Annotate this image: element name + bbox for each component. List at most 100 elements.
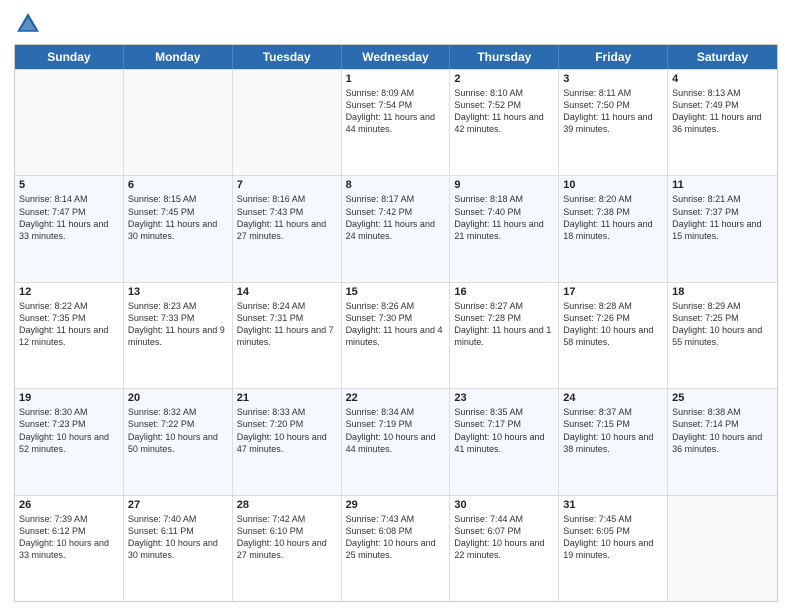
day-info: Sunrise: 8:33 AMSunset: 7:20 PMDaylight:… xyxy=(237,406,337,455)
day-info: Sunrise: 8:30 AMSunset: 7:23 PMDaylight:… xyxy=(19,406,119,455)
calendar-day: 8 Sunrise: 8:17 AMSunset: 7:42 PMDaylight… xyxy=(342,176,451,281)
calendar-day: 16 Sunrise: 8:27 AMSunset: 7:28 PMDayligh… xyxy=(450,283,559,388)
calendar-week: 5Sunrise: 8:14 AMSunset: 7:47 PMDaylight… xyxy=(15,175,777,281)
logo xyxy=(14,10,46,38)
calendar-day: 27 Sunrise: 7:40 AMSunset: 6:11 PMDayligh… xyxy=(124,496,233,601)
weekday-header: Saturday xyxy=(668,45,777,69)
day-number: 6 xyxy=(128,179,228,191)
day-number: 7 xyxy=(237,179,337,191)
calendar-day: 17Sunrise: 8:28 AMSunset: 7:26 PMDayligh… xyxy=(559,283,668,388)
calendar-day: 31 Sunrise: 7:45 AMSunset: 6:05 PMDayligh… xyxy=(559,496,668,601)
logo-icon xyxy=(14,10,42,38)
calendar-day: 22 Sunrise: 8:34 AMSunset: 7:19 PMDayligh… xyxy=(342,389,451,494)
calendar-body: 1 Sunrise: 8:09 AMSunset: 7:54 PMDaylight… xyxy=(15,69,777,601)
day-number: 21 xyxy=(237,392,337,404)
empty-cell xyxy=(233,70,342,175)
day-info: Sunrise: 8:11 AMSunset: 7:50 PMDaylight:… xyxy=(563,87,663,136)
day-number: 8 xyxy=(346,179,446,191)
day-info: Sunrise: 7:42 AMSunset: 6:10 PMDaylight:… xyxy=(237,513,337,562)
day-info: Sunrise: 8:16 AMSunset: 7:43 PMDaylight:… xyxy=(237,193,337,242)
day-number: 16 xyxy=(454,286,554,298)
day-info: Sunrise: 8:20 AMSunset: 7:38 PMDaylight:… xyxy=(563,193,663,242)
day-info: Sunrise: 8:09 AMSunset: 7:54 PMDaylight:… xyxy=(346,87,446,136)
day-number: 25 xyxy=(672,392,773,404)
empty-cell xyxy=(668,496,777,601)
day-number: 27 xyxy=(128,499,228,511)
day-number: 3 xyxy=(563,73,663,85)
day-info: Sunrise: 8:34 AMSunset: 7:19 PMDaylight:… xyxy=(346,406,446,455)
calendar-day: 6 Sunrise: 8:15 AMSunset: 7:45 PMDaylight… xyxy=(124,176,233,281)
day-number: 17 xyxy=(563,286,663,298)
calendar-day: 28 Sunrise: 7:42 AMSunset: 6:10 PMDayligh… xyxy=(233,496,342,601)
calendar-day: 9 Sunrise: 8:18 AMSunset: 7:40 PMDaylight… xyxy=(450,176,559,281)
day-info: Sunrise: 8:35 AMSunset: 7:17 PMDaylight:… xyxy=(454,406,554,455)
day-number: 26 xyxy=(19,499,119,511)
calendar-week: 1 Sunrise: 8:09 AMSunset: 7:54 PMDaylight… xyxy=(15,69,777,175)
day-number: 19 xyxy=(19,392,119,404)
calendar-day: 5Sunrise: 8:14 AMSunset: 7:47 PMDaylight… xyxy=(15,176,124,281)
day-number: 20 xyxy=(128,392,228,404)
calendar-day: 1 Sunrise: 8:09 AMSunset: 7:54 PMDaylight… xyxy=(342,70,451,175)
day-number: 12 xyxy=(19,286,119,298)
day-number: 1 xyxy=(346,73,446,85)
calendar-week: 26Sunrise: 7:39 AMSunset: 6:12 PMDayligh… xyxy=(15,495,777,601)
day-info: Sunrise: 7:43 AMSunset: 6:08 PMDaylight:… xyxy=(346,513,446,562)
calendar-day: 19 Sunrise: 8:30 AMSunset: 7:23 PMDayligh… xyxy=(15,389,124,494)
day-number: 13 xyxy=(128,286,228,298)
calendar-day: 25 Sunrise: 8:38 AMSunset: 7:14 PMDayligh… xyxy=(668,389,777,494)
day-info: Sunrise: 8:10 AMSunset: 7:52 PMDaylight:… xyxy=(454,87,554,136)
calendar-day: 13 Sunrise: 8:23 AMSunset: 7:33 PMDayligh… xyxy=(124,283,233,388)
day-info: Sunrise: 8:21 AMSunset: 7:37 PMDaylight:… xyxy=(672,193,773,242)
day-number: 31 xyxy=(563,499,663,511)
day-info: Sunrise: 7:44 AMSunset: 6:07 PMDaylight:… xyxy=(454,513,554,562)
day-info: Sunrise: 8:13 AMSunset: 7:49 PMDaylight:… xyxy=(672,87,773,136)
day-info: Sunrise: 7:40 AMSunset: 6:11 PMDaylight:… xyxy=(128,513,228,562)
weekday-header: Monday xyxy=(124,45,233,69)
day-info: Sunrise: 8:17 AMSunset: 7:42 PMDaylight:… xyxy=(346,193,446,242)
calendar-day: 12 Sunrise: 8:22 AMSunset: 7:35 PMDayligh… xyxy=(15,283,124,388)
day-info: Sunrise: 8:14 AMSunset: 7:47 PMDaylight:… xyxy=(19,193,119,242)
day-number: 10 xyxy=(563,179,663,191)
day-info: Sunrise: 8:38 AMSunset: 7:14 PMDaylight:… xyxy=(672,406,773,455)
day-number: 23 xyxy=(454,392,554,404)
calendar-day: 18 Sunrise: 8:29 AMSunset: 7:25 PMDayligh… xyxy=(668,283,777,388)
weekday-header: Wednesday xyxy=(342,45,451,69)
day-number: 22 xyxy=(346,392,446,404)
weekday-header: Sunday xyxy=(15,45,124,69)
day-info: Sunrise: 8:29 AMSunset: 7:25 PMDaylight:… xyxy=(672,300,773,349)
empty-cell xyxy=(124,70,233,175)
day-info: Sunrise: 8:22 AMSunset: 7:35 PMDaylight:… xyxy=(19,300,119,349)
day-number: 2 xyxy=(454,73,554,85)
day-number: 28 xyxy=(237,499,337,511)
calendar-day: 21 Sunrise: 8:33 AMSunset: 7:20 PMDayligh… xyxy=(233,389,342,494)
calendar-day: 14 Sunrise: 8:24 AMSunset: 7:31 PMDayligh… xyxy=(233,283,342,388)
page: SundayMondayTuesdayWednesdayThursdayFrid… xyxy=(0,0,792,612)
calendar-day: 20 Sunrise: 8:32 AMSunset: 7:22 PMDayligh… xyxy=(124,389,233,494)
day-info: Sunrise: 8:24 AMSunset: 7:31 PMDaylight:… xyxy=(237,300,337,349)
day-info: Sunrise: 7:45 AMSunset: 6:05 PMDaylight:… xyxy=(563,513,663,562)
day-info: Sunrise: 8:37 AMSunset: 7:15 PMDaylight:… xyxy=(563,406,663,455)
day-number: 29 xyxy=(346,499,446,511)
day-info: Sunrise: 8:26 AMSunset: 7:30 PMDaylight:… xyxy=(346,300,446,349)
calendar-day: 4 Sunrise: 8:13 AMSunset: 7:49 PMDaylight… xyxy=(668,70,777,175)
day-number: 4 xyxy=(672,73,773,85)
header xyxy=(14,10,778,38)
weekday-header: Thursday xyxy=(450,45,559,69)
weekday-header: Tuesday xyxy=(233,45,342,69)
calendar-day: 30Sunrise: 7:44 AMSunset: 6:07 PMDayligh… xyxy=(450,496,559,601)
calendar-day: 11 Sunrise: 8:21 AMSunset: 7:37 PMDayligh… xyxy=(668,176,777,281)
day-number: 9 xyxy=(454,179,554,191)
calendar-day: 23 Sunrise: 8:35 AMSunset: 7:17 PMDayligh… xyxy=(450,389,559,494)
day-info: Sunrise: 8:15 AMSunset: 7:45 PMDaylight:… xyxy=(128,193,228,242)
day-info: Sunrise: 8:23 AMSunset: 7:33 PMDaylight:… xyxy=(128,300,228,349)
day-number: 15 xyxy=(346,286,446,298)
calendar-day: 26Sunrise: 7:39 AMSunset: 6:12 PMDayligh… xyxy=(15,496,124,601)
day-info: Sunrise: 8:32 AMSunset: 7:22 PMDaylight:… xyxy=(128,406,228,455)
day-number: 18 xyxy=(672,286,773,298)
calendar-day: 7 Sunrise: 8:16 AMSunset: 7:43 PMDaylight… xyxy=(233,176,342,281)
day-info: Sunrise: 8:18 AMSunset: 7:40 PMDaylight:… xyxy=(454,193,554,242)
day-number: 11 xyxy=(672,179,773,191)
day-number: 14 xyxy=(237,286,337,298)
day-info: Sunrise: 8:27 AMSunset: 7:28 PMDaylight:… xyxy=(454,300,554,349)
calendar: SundayMondayTuesdayWednesdayThursdayFrid… xyxy=(14,44,778,602)
